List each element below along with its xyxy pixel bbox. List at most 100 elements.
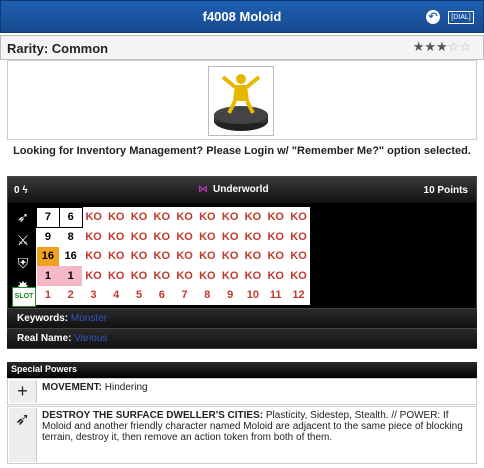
dial-cell: KO <box>130 250 148 263</box>
feather-icon: ➶ <box>9 408 37 462</box>
dial-cell: KO <box>244 250 262 263</box>
special-powers-header: Special Powers <box>7 362 477 378</box>
plus-icon: + <box>9 380 37 403</box>
dial-cell: KO <box>130 230 148 243</box>
speed-icon: ➶ <box>17 209 29 225</box>
slot-number: 8 <box>204 289 211 302</box>
dial-cell: 1 <box>59 266 83 286</box>
rarity-bar: Rarity: Common ★★★☆☆ <box>0 35 484 60</box>
real-name-link[interactable]: Various <box>74 333 107 344</box>
power-destroy-cities: ➶ DESTROY THE SURFACE DWELLER'S CITIES: … <box>7 406 477 464</box>
dial-cell: KO <box>107 269 125 282</box>
slot-number: 5 <box>135 289 143 302</box>
team-affiliation[interactable]: ⋈ Underworld <box>198 184 269 195</box>
underworld-icon: ⋈ <box>198 184 208 195</box>
power-movement: + MOVEMENT: Hindering <box>7 378 477 405</box>
dial-cell: KO <box>267 230 284 243</box>
dial-cell: KO <box>153 269 171 282</box>
page-title: f4008 Moloid <box>202 9 282 24</box>
dial-cell: KO <box>153 211 171 224</box>
star-icon: ★ <box>412 39 425 54</box>
dial-row-defense: 16 16 KO KO KO KO KO KO KO KO KO KO <box>36 246 311 266</box>
slot-number: 12 <box>292 289 305 302</box>
power-text: DESTROY THE SURFACE DWELLER'S CITIES: Pl… <box>42 410 463 443</box>
slot-number: 6 <box>158 289 165 302</box>
star-outline-icon: ☆ <box>447 39 460 54</box>
defense-icon: ⛨ <box>17 255 29 271</box>
dial-cell: KO <box>107 211 125 224</box>
points-value: 10 Points <box>423 185 468 196</box>
dial-cell: KO <box>199 269 216 282</box>
real-name-label: Real Name: Various <box>17 333 108 344</box>
keywords-label: Keywords: Monster <box>17 313 108 324</box>
dial-header: 0 ϟ ⋈ Underworld 10 Points <box>8 177 476 203</box>
stat-icons: ➶ ⚔ ⛨ ✸ <box>12 207 36 299</box>
dial-cell: KO <box>267 211 284 224</box>
dial-button[interactable]: [DIAL] <box>448 11 474 24</box>
slot-label: SLOT <box>12 287 36 307</box>
star-icon: ★ <box>424 39 437 54</box>
slot-number: 4 <box>113 289 120 302</box>
dial-cell: KO <box>176 211 193 224</box>
dial-cell: KO <box>85 250 102 263</box>
dial-cell: KO <box>176 250 193 263</box>
dial-cell: 6 <box>58 207 83 228</box>
dial-cell: KO <box>221 250 239 263</box>
dial-cell: KO <box>290 211 307 224</box>
dial-cell: KO <box>130 211 148 224</box>
keywords-row: Keywords: Monster <box>7 308 477 328</box>
real-name-row: Real Name: Various <box>7 328 477 348</box>
dial-cell: KO <box>107 230 125 243</box>
dial-cell: KO <box>176 269 193 282</box>
dial-row-slots: 1 2 3 4 5 6 7 8 9 10 11 12 <box>37 286 311 306</box>
dial-cell: KO <box>221 211 239 224</box>
dial-cell: 8 <box>67 231 74 243</box>
slot-number: 3 <box>90 289 97 302</box>
keyword-link[interactable]: Monster <box>71 313 107 324</box>
dial-cell: KO <box>153 230 171 243</box>
combat-dial-grid: 7 6 KO KO KO KO KO KO KO KO KO KO 9 8 KO… <box>36 207 310 305</box>
dial-cell: KO <box>267 269 284 282</box>
dial-cell: 9 <box>44 231 51 243</box>
dial-cell: KO <box>85 269 102 282</box>
dial-cell: KO <box>85 230 102 243</box>
dial-cell: KO <box>153 250 171 263</box>
slot-number: 9 <box>227 289 234 302</box>
dial-cell: KO <box>199 250 216 263</box>
lightning-icon: ϟ <box>19 185 28 196</box>
dial-cell: 7 <box>36 207 60 228</box>
dial-row-attack: 9 8 KO KO KO KO KO KO KO KO KO KO <box>37 227 311 247</box>
login-message: Looking for Inventory Management? Please… <box>13 145 471 157</box>
dial-cell: KO <box>290 250 307 263</box>
dial-cell: KO <box>199 211 216 224</box>
dial-cell: KO <box>244 211 262 224</box>
special-powers-title: Special Powers <box>11 364 78 374</box>
dial-cell: KO <box>244 230 262 243</box>
dial-row-damage: 1 1 KO KO KO KO KO KO KO KO KO KO <box>36 266 311 286</box>
dial-cell: KO <box>107 250 125 263</box>
dial-cell: KO <box>290 230 307 243</box>
points-prefix: 0 ϟ <box>14 185 28 196</box>
title-bar: f4008 Moloid ↶ [DIAL] <box>0 0 484 33</box>
dial-cell: KO <box>130 269 148 282</box>
dial-cell: KO <box>244 269 262 282</box>
rarity-label: Rarity: Common <box>7 41 109 56</box>
dial-cell: KO <box>199 230 216 243</box>
dial-cell: 1 <box>36 266 60 286</box>
figure-image[interactable] <box>208 66 274 136</box>
dial-cell: KO <box>85 211 102 224</box>
dial-cell: KO <box>176 230 193 243</box>
slot-number: 11 <box>269 289 282 302</box>
dial-cell: 16 <box>64 250 77 263</box>
slot-number: 10 <box>246 289 260 302</box>
dial-row-speed: 7 6 KO KO KO KO KO KO KO KO KO KO <box>36 207 311 228</box>
rarity-stars: ★★★☆☆ <box>413 39 471 55</box>
dial-cell: KO <box>221 230 239 243</box>
attack-icon: ⚔ <box>16 232 30 248</box>
dial-cell: 16 <box>36 246 60 266</box>
slot-number: 7 <box>181 289 188 302</box>
power-text: MOVEMENT: Hindering <box>42 382 148 393</box>
slot-number: 1 <box>44 289 51 302</box>
star-outline-icon: ☆ <box>459 39 471 54</box>
back-arrow-icon[interactable]: ↶ <box>426 10 440 24</box>
